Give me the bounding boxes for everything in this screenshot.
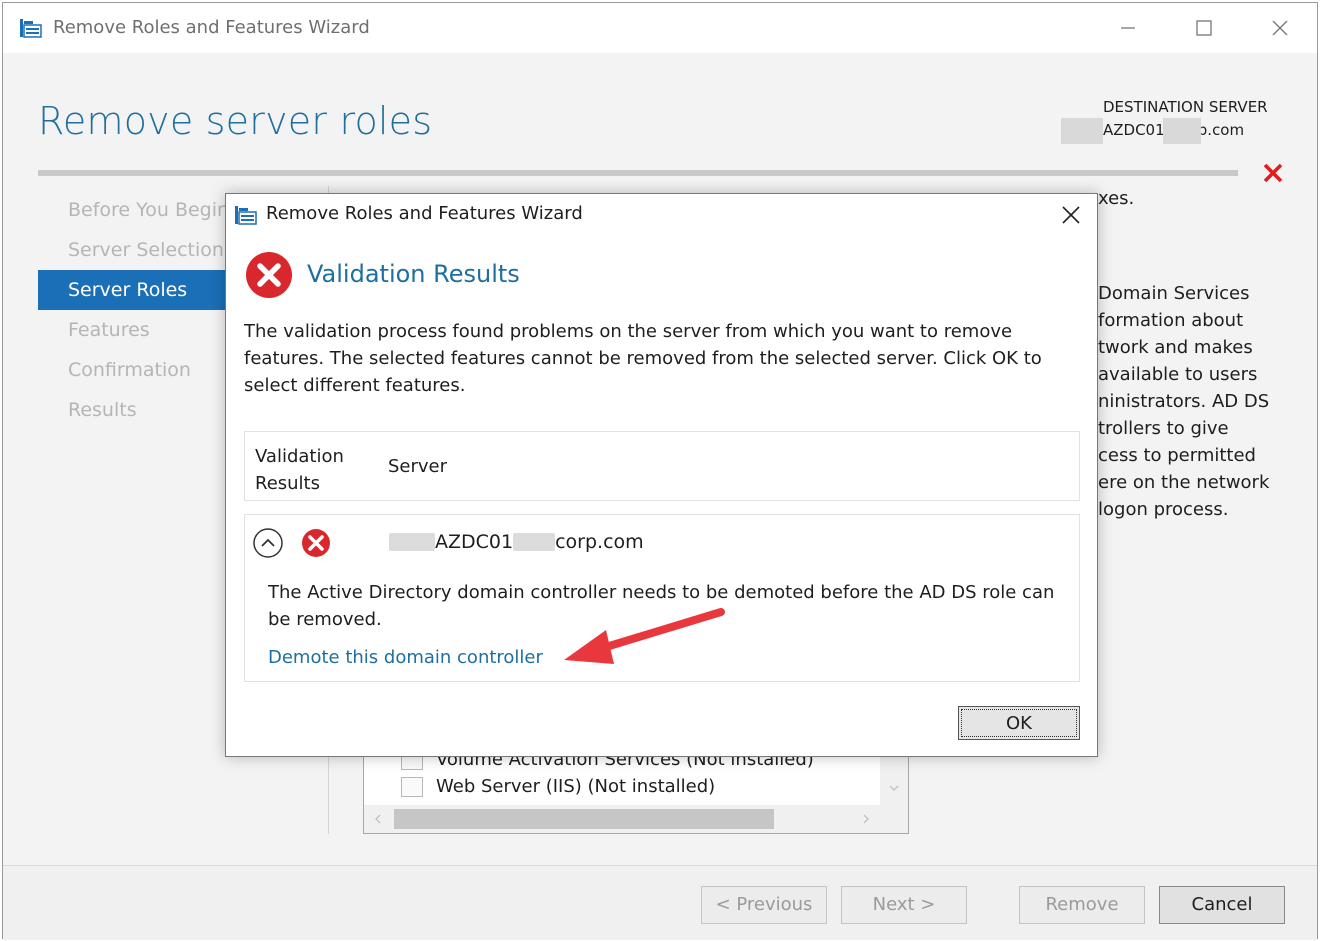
- role-checkbox[interactable]: [401, 777, 423, 797]
- minimize-icon[interactable]: [1113, 13, 1143, 43]
- page-title: Remove server roles: [38, 99, 433, 143]
- role-description-line: ere on the network: [1098, 472, 1270, 493]
- redacted-text: [1061, 118, 1103, 144]
- redacted-text: [389, 533, 435, 551]
- role-description-line: twork and makes: [1098, 337, 1253, 358]
- role-description-line: cess to permitted: [1098, 445, 1256, 466]
- server-name-suffix: corp.com: [555, 531, 644, 553]
- redacted-text: [1163, 118, 1201, 144]
- annotation-arrow-icon: [564, 608, 725, 664]
- error-x-icon[interactable]: [1261, 161, 1285, 185]
- previous-button[interactable]: < Previous: [701, 886, 827, 924]
- title-bar: Remove Roles and Features Wizard: [3, 3, 1317, 53]
- intro-text: xes.: [1098, 188, 1135, 209]
- server-name: AZDC01 corp.com: [389, 531, 644, 553]
- column-header-validation-results[interactable]: Validation Results: [255, 443, 365, 497]
- scroll-thumb[interactable]: [394, 809, 774, 829]
- close-icon[interactable]: [1058, 202, 1084, 228]
- maximize-icon[interactable]: [1189, 13, 1219, 43]
- ok-button[interactable]: OK: [958, 706, 1080, 740]
- chevron-right-icon[interactable]: [862, 814, 870, 824]
- column-header-server[interactable]: Server: [388, 456, 447, 477]
- validation-dialog: Remove Roles and Features Wizard Validat…: [225, 193, 1098, 757]
- dialog-header: Validation Results: [244, 250, 1080, 306]
- results-grid-header: Validation Results Server: [244, 431, 1080, 501]
- role-description-line: formation about: [1098, 310, 1244, 331]
- cancel-button[interactable]: Cancel: [1159, 886, 1285, 924]
- dialog-title: Remove Roles and Features Wizard: [266, 203, 583, 224]
- demote-domain-controller-link[interactable]: Demote this domain controller: [268, 647, 543, 668]
- chevron-up-icon[interactable]: [252, 527, 284, 559]
- chevron-left-icon[interactable]: [374, 814, 382, 824]
- dialog-message: The validation process found problems on…: [244, 321, 1042, 396]
- role-description-line: trollers to give: [1098, 418, 1229, 439]
- dialog-heading: Validation Results: [307, 260, 520, 288]
- wizard-footer: < Previous Next > Remove Cancel: [3, 865, 1317, 940]
- progress-bar: [38, 170, 1238, 176]
- horizontal-scrollbar[interactable]: [364, 805, 908, 833]
- role-description-line: logon process.: [1098, 499, 1229, 520]
- error-icon: [246, 252, 292, 298]
- redacted-text: [513, 533, 556, 551]
- remove-button[interactable]: Remove: [1019, 886, 1145, 924]
- role-description-line: available to users: [1098, 364, 1258, 385]
- server-manager-icon: [235, 206, 257, 225]
- next-button[interactable]: Next >: [841, 886, 967, 924]
- error-icon: [302, 529, 330, 557]
- window-title: Remove Roles and Features Wizard: [53, 17, 370, 38]
- role-label: Web Server (IIS) (Not installed): [436, 776, 716, 797]
- server-manager-icon: [20, 19, 42, 38]
- role-description-line: ninistrators. AD DS: [1098, 391, 1270, 412]
- role-description-line: Domain Services: [1098, 283, 1250, 304]
- destination-server-label: DESTINATION SERVER: [1103, 98, 1268, 116]
- close-icon[interactable]: [1265, 13, 1295, 43]
- chevron-down-icon[interactable]: [889, 784, 899, 792]
- server-name-prefix: AZDC01: [435, 531, 514, 553]
